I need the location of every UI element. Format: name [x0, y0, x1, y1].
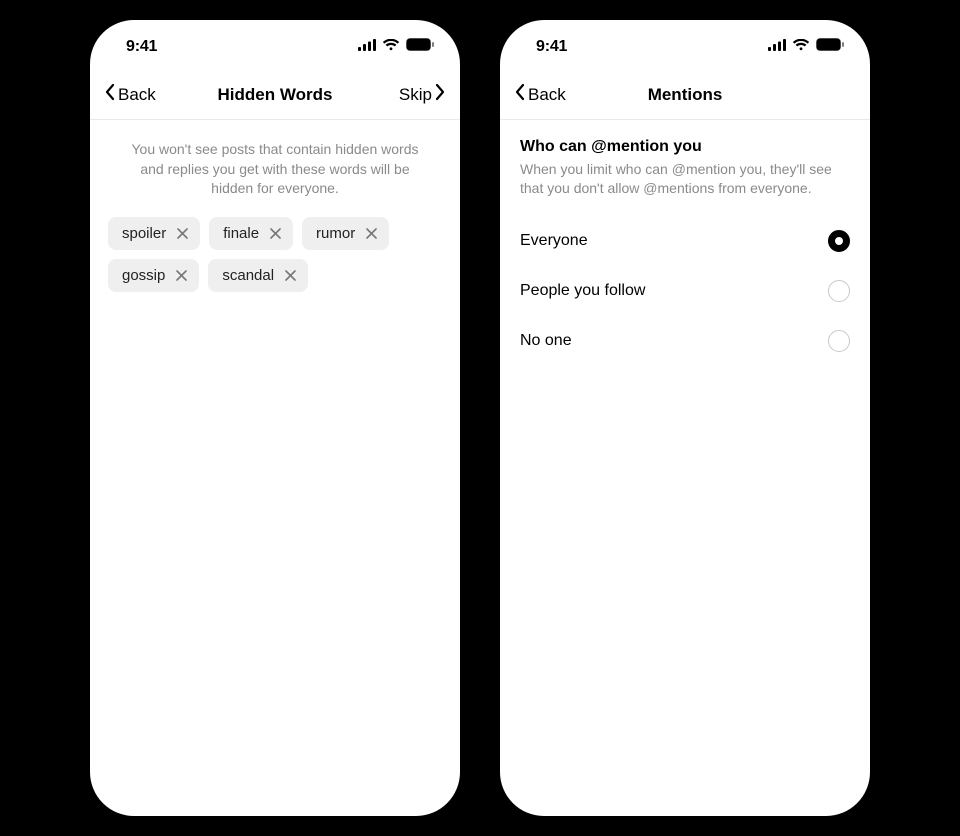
signal-icon: [358, 38, 376, 56]
remove-chip-icon[interactable]: [363, 225, 379, 241]
mentions-section: Who can @mention you When you limit who …: [500, 120, 870, 366]
chip-label: gossip: [122, 267, 165, 284]
nav-bar: Back Hidden Words Skip: [90, 82, 460, 120]
radio-button[interactable]: [828, 280, 850, 302]
hidden-words-description: You won't see posts that contain hidden …: [90, 120, 460, 199]
option-label: No one: [520, 332, 572, 350]
remove-chip-icon[interactable]: [282, 267, 298, 283]
hidden-word-chip[interactable]: finale: [209, 217, 293, 250]
back-label: Back: [528, 85, 566, 105]
signal-icon: [768, 38, 786, 56]
remove-chip-icon[interactable]: [173, 267, 189, 283]
mentions-option[interactable]: No one: [520, 316, 850, 366]
chevron-right-icon: [434, 83, 446, 106]
back-label: Back: [118, 85, 156, 105]
radio-button[interactable]: [828, 230, 850, 252]
remove-chip-icon[interactable]: [267, 225, 283, 241]
mentions-option[interactable]: People you follow: [520, 266, 850, 316]
status-time: 9:41: [536, 38, 567, 56]
battery-icon: [406, 38, 434, 56]
hidden-word-chip[interactable]: spoiler: [108, 217, 200, 250]
skip-label: Skip: [399, 85, 432, 105]
mentions-options: Everyone People you follow No one: [520, 216, 850, 366]
option-label: People you follow: [520, 282, 645, 300]
chip-label: scandal: [222, 267, 274, 284]
section-title: Who can @mention you: [520, 138, 850, 156]
chip-label: rumor: [316, 225, 355, 242]
phone-left: 9:41 Back Hidden Words Skip: [90, 20, 460, 816]
chip-label: spoiler: [122, 225, 166, 242]
back-button[interactable]: Back: [514, 83, 566, 106]
wifi-icon: [792, 38, 810, 56]
chevron-left-icon: [104, 83, 116, 106]
status-icons: [358, 38, 434, 56]
nav-bar: Back Mentions: [500, 82, 870, 120]
back-button[interactable]: Back: [104, 83, 156, 106]
status-bar: 9:41: [90, 32, 460, 62]
battery-icon: [816, 38, 844, 56]
status-icons: [768, 38, 844, 56]
hidden-word-chip[interactable]: scandal: [208, 259, 308, 292]
hidden-word-chip[interactable]: gossip: [108, 259, 199, 292]
chip-label: finale: [223, 225, 259, 242]
chevron-left-icon: [514, 83, 526, 106]
hidden-word-chip[interactable]: rumor: [302, 217, 389, 250]
option-label: Everyone: [520, 232, 588, 250]
radio-button[interactable]: [828, 330, 850, 352]
section-subtitle: When you limit who can @mention you, the…: [520, 160, 850, 198]
skip-button[interactable]: Skip: [399, 83, 446, 106]
phone-right: 9:41 Back Mentions Who can @mention you …: [500, 20, 870, 816]
status-time: 9:41: [126, 38, 157, 56]
mentions-option[interactable]: Everyone: [520, 216, 850, 266]
hidden-words-chips: spoiler finale rumor gossip scandal: [90, 199, 460, 310]
remove-chip-icon[interactable]: [174, 225, 190, 241]
status-bar: 9:41: [500, 32, 870, 62]
wifi-icon: [382, 38, 400, 56]
